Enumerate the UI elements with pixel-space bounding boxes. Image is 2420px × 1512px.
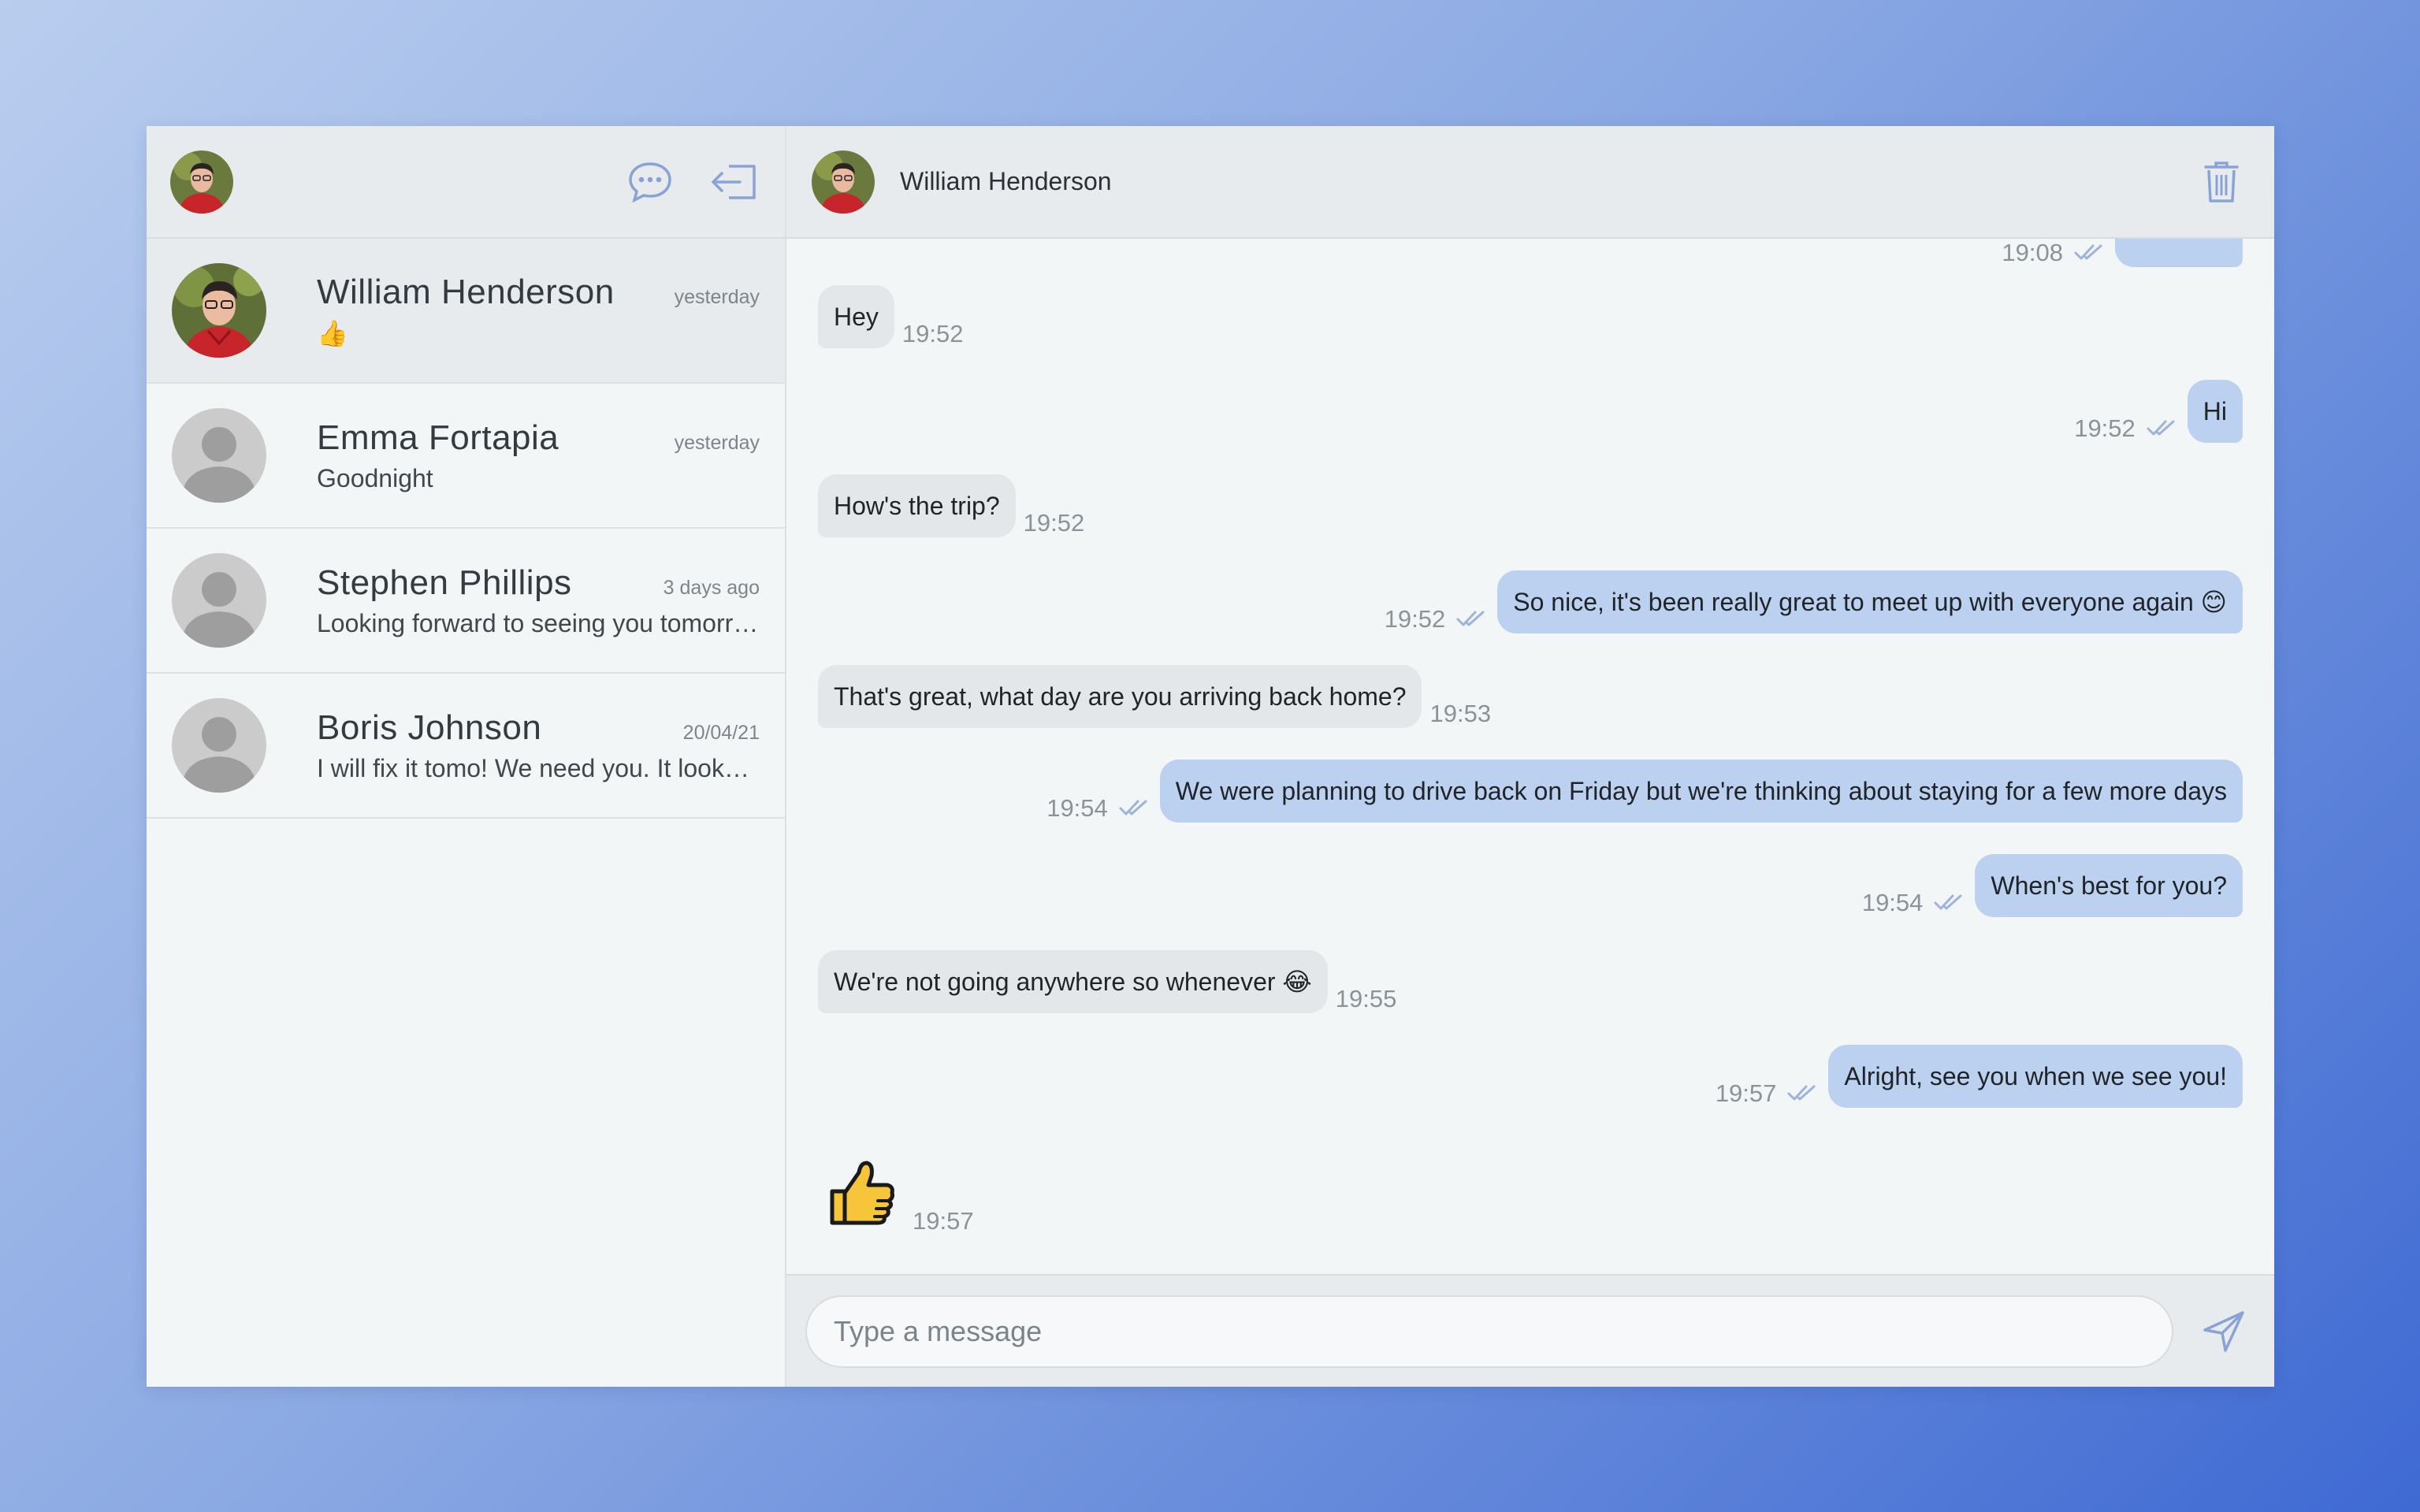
contact-name: Emma Fortapia bbox=[317, 418, 559, 457]
message-outgoing: Hi 19:52 bbox=[2074, 380, 2243, 443]
conversation-item[interactable]: Stephen Phillips 3 days ago Looking forw… bbox=[147, 529, 785, 674]
message-outgoing: We were planning to drive back on Friday… bbox=[1046, 760, 2243, 823]
conversation-preview: Goodnight bbox=[317, 463, 433, 492]
message-time: 19:08 bbox=[2002, 239, 2063, 266]
message-time: 19:57 bbox=[913, 1207, 974, 1235]
avatar bbox=[172, 263, 266, 358]
logout-button[interactable] bbox=[706, 154, 761, 210]
message-meta: 19:52 bbox=[1385, 604, 1487, 635]
message-bubble: That's great, what day are you arriving … bbox=[818, 665, 1422, 728]
send-icon bbox=[2203, 1310, 2244, 1352]
message-time: 19:54 bbox=[1861, 889, 1924, 916]
message-input[interactable] bbox=[805, 1295, 2173, 1368]
conversation-item[interactable]: William Henderson yesterday 👍 bbox=[147, 239, 785, 384]
message-incoming: How's the trip? 19:52 bbox=[818, 474, 1084, 537]
thumbs-up-icon bbox=[818, 1157, 905, 1235]
message-meta: 19:54 bbox=[1862, 887, 1965, 919]
contact-name: William Henderson bbox=[317, 273, 615, 311]
double-check-icon bbox=[1456, 605, 1486, 633]
sidebar: William Henderson yesterday 👍 Emma Forta… bbox=[147, 126, 786, 1387]
message-bubble: When's best for you? bbox=[1975, 854, 2243, 917]
contact-name: Boris Johnson bbox=[317, 708, 542, 747]
message-time: 19:55 bbox=[1335, 985, 1397, 1012]
contact-name: Stephen Phillips bbox=[317, 563, 572, 602]
chat-title: William Henderson bbox=[900, 167, 1112, 195]
message-time: 19:57 bbox=[1715, 1079, 1777, 1107]
send-button[interactable] bbox=[2192, 1300, 2255, 1363]
message-bubble: Hi bbox=[2187, 380, 2243, 443]
message-bubble: How's the trip? bbox=[818, 474, 1016, 537]
logout-icon bbox=[712, 164, 756, 199]
message-time: 19:52 bbox=[2074, 414, 2136, 442]
message-bubble: We were planning to drive back on Friday… bbox=[1159, 760, 2243, 823]
message-outgoing: So nice, it's been really great to meet … bbox=[1385, 570, 2243, 633]
message-time: 19:52 bbox=[1023, 509, 1085, 537]
double-check-icon bbox=[1119, 794, 1149, 823]
conversation-time: yesterday bbox=[674, 431, 760, 454]
conversation-item[interactable]: Boris Johnson 20/04/21 I will fix it tom… bbox=[147, 674, 785, 819]
sidebar-header bbox=[147, 126, 785, 239]
conversation-preview: 👍 bbox=[317, 319, 348, 347]
double-check-icon bbox=[1934, 889, 1964, 917]
delete-chat-button[interactable] bbox=[2194, 154, 2249, 210]
conversation-time: 3 days ago bbox=[663, 576, 760, 599]
message-incoming: We're not going anywhere so whenever 😂 1… bbox=[818, 950, 1396, 1013]
message-incoming-emoji: 19:57 bbox=[818, 1157, 974, 1235]
avatar-placeholder-icon bbox=[172, 408, 266, 503]
composer bbox=[786, 1274, 2274, 1387]
double-check-icon bbox=[1787, 1079, 1817, 1108]
conversation-item[interactable]: Emma Fortapia yesterday Goodnight bbox=[147, 384, 785, 529]
conversation-time: 20/04/21 bbox=[682, 721, 760, 744]
message-time: 19:52 bbox=[1384, 605, 1446, 633]
message-incoming: That's great, what day are you arriving … bbox=[818, 665, 1491, 728]
new-chat-button[interactable] bbox=[623, 154, 678, 210]
message-bubble: Alright, see you when we see you! bbox=[1828, 1045, 2243, 1108]
avatar-placeholder-icon bbox=[172, 698, 266, 793]
double-check-icon bbox=[2074, 239, 2104, 267]
message-bubble: So nice, it's been really great to meet … bbox=[1497, 570, 2243, 633]
message-time: 19:52 bbox=[901, 320, 964, 347]
message-list[interactable]: 19:08 Hey 19:52 Hi 19:52 How's the trip?… bbox=[786, 239, 2274, 1274]
message-outgoing: When's best for you? 19:54 bbox=[1862, 854, 2243, 917]
message-bubble: Hey bbox=[818, 285, 894, 348]
message-outgoing: 19:08 bbox=[2002, 239, 2243, 267]
message-meta: 19:08 bbox=[2002, 239, 2104, 269]
user-avatar[interactable] bbox=[170, 150, 233, 214]
trash-icon bbox=[2204, 161, 2239, 202]
message-outgoing: Alright, see you when we see you! 19:57 bbox=[1716, 1045, 2243, 1108]
chat-panel: William Henderson 19:08 Hey 19:52 Hi 19:… bbox=[786, 126, 2274, 1387]
avatar-placeholder-icon bbox=[172, 553, 266, 648]
chat-header: William Henderson bbox=[786, 126, 2274, 239]
contact-avatar[interactable] bbox=[812, 150, 875, 214]
message-meta: 19:54 bbox=[1046, 793, 1149, 824]
chat-bubble-icon bbox=[629, 162, 671, 202]
double-check-icon bbox=[2147, 414, 2177, 443]
message-meta: 19:52 bbox=[2074, 413, 2177, 444]
message-time: 19:53 bbox=[1429, 700, 1492, 727]
conversation-preview: Looking forward to seeing you tomorrow bbox=[317, 608, 760, 637]
message-meta: 19:57 bbox=[1716, 1078, 1818, 1109]
conversation-time: yesterday bbox=[674, 286, 760, 308]
message-bubble bbox=[2115, 239, 2243, 267]
message-incoming: Hey 19:52 bbox=[818, 285, 963, 348]
conversation-preview: I will fix it tomo! We need you. It look… bbox=[317, 753, 760, 782]
message-time: 19:54 bbox=[1046, 794, 1108, 822]
messaging-app: William Henderson yesterday 👍 Emma Forta… bbox=[147, 126, 2274, 1387]
message-bubble: We're not going anywhere so whenever 😂 bbox=[818, 950, 1328, 1013]
